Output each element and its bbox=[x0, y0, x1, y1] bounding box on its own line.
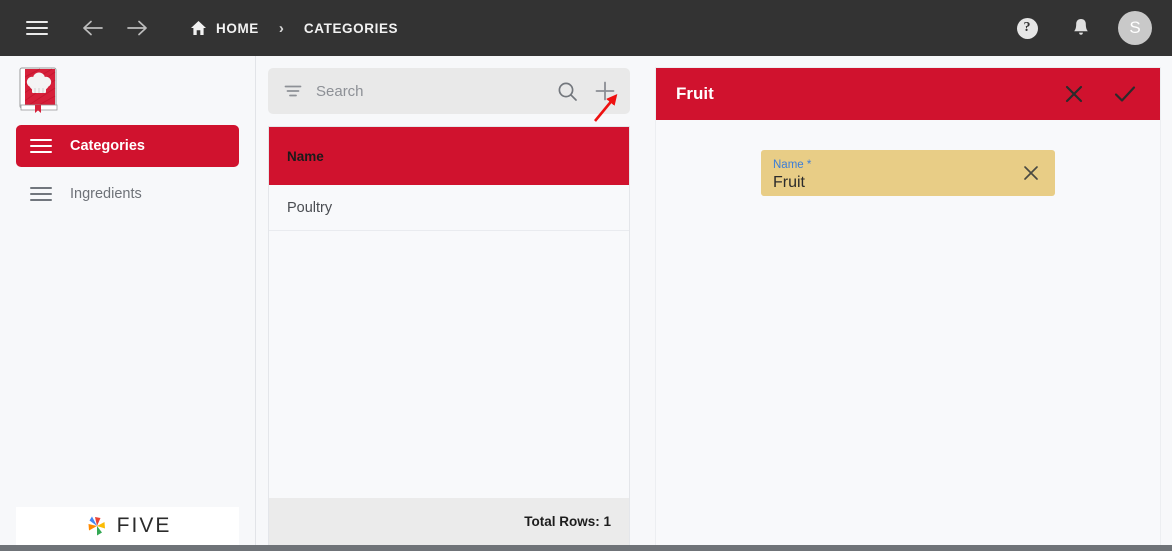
avatar-initial: S bbox=[1129, 18, 1141, 37]
check-icon bbox=[1114, 86, 1136, 102]
clear-name-button[interactable] bbox=[1021, 163, 1041, 183]
topbar-actions: ? S bbox=[1010, 11, 1158, 45]
filter-icon[interactable] bbox=[284, 83, 302, 99]
window-bottom-edge bbox=[0, 545, 1172, 551]
arrow-left-icon bbox=[83, 20, 103, 36]
search-icon[interactable] bbox=[557, 81, 578, 102]
sidebar: Categories Ingredients FIVE bbox=[0, 56, 256, 545]
main-menu-hamburger-icon[interactable] bbox=[20, 11, 54, 45]
cancel-button[interactable] bbox=[1062, 82, 1086, 106]
name-field-label: Name * bbox=[773, 158, 812, 171]
notifications-button[interactable] bbox=[1064, 11, 1098, 45]
cookbook-logo-icon bbox=[19, 67, 58, 113]
help-button[interactable]: ? bbox=[1010, 11, 1044, 45]
sidebar-item-ingredients-label: Ingredients bbox=[70, 186, 142, 202]
list-icon bbox=[30, 135, 52, 157]
table-row[interactable]: Poultry bbox=[269, 185, 629, 231]
table-header-row: Name bbox=[269, 127, 629, 185]
history-navigation bbox=[76, 11, 154, 45]
table-body: Poultry bbox=[269, 185, 629, 498]
top-navigation-bar: HOME › CATEGORIES ? S bbox=[0, 0, 1172, 56]
five-pinwheel-icon bbox=[88, 516, 105, 536]
search-bar bbox=[268, 68, 630, 114]
bell-icon bbox=[1074, 18, 1088, 35]
sidebar-menu: Categories Ingredients bbox=[0, 125, 255, 221]
list-panel: Name Poultry Total Rows: 1 bbox=[256, 56, 642, 545]
application-body: Categories Ingredients FIVE Search Name … bbox=[0, 56, 1172, 545]
list-icon bbox=[30, 183, 52, 205]
close-icon bbox=[1065, 85, 1083, 103]
sidebar-item-ingredients[interactable]: Ingredients bbox=[16, 173, 239, 215]
search-input[interactable] bbox=[316, 82, 557, 100]
home-icon bbox=[191, 21, 206, 35]
user-avatar[interactable]: S bbox=[1118, 11, 1152, 45]
back-button[interactable] bbox=[76, 11, 110, 45]
breadcrumb-separator: › bbox=[278, 19, 284, 37]
forward-button[interactable] bbox=[120, 11, 154, 45]
table-column-name: Name bbox=[287, 148, 324, 164]
breadcrumb-item-home[interactable]: HOME bbox=[190, 20, 259, 36]
hamburger-icon bbox=[26, 17, 48, 39]
breadcrumb-item-categories[interactable]: CATEGORIES bbox=[304, 21, 398, 36]
breadcrumb-home-label: HOME bbox=[216, 20, 259, 36]
plus-icon bbox=[595, 81, 615, 101]
breadcrumb: HOME › CATEGORIES bbox=[190, 20, 398, 37]
app-logo[interactable] bbox=[0, 56, 255, 125]
detail-header-actions bbox=[1062, 82, 1138, 106]
application-window: HOME › CATEGORIES ? S Categories Ingredi… bbox=[0, 0, 1172, 551]
detail-form: Name * bbox=[656, 120, 1160, 545]
detail-card: Fruit Name * Fruit bbox=[656, 68, 1160, 545]
table-cell-name: Poultry bbox=[287, 199, 333, 216]
add-record-button[interactable] bbox=[594, 80, 616, 102]
detail-title: Fruit bbox=[676, 84, 714, 103]
arrow-right-icon bbox=[127, 20, 147, 36]
five-brand-label: FIVE bbox=[116, 514, 172, 537]
help-icon: ? bbox=[1016, 17, 1038, 39]
close-icon bbox=[1024, 166, 1038, 180]
records-table: Name Poultry Total Rows: 1 bbox=[268, 126, 630, 545]
save-button[interactable] bbox=[1112, 82, 1138, 106]
name-field[interactable]: Name * bbox=[761, 150, 1055, 196]
detail-header: Fruit bbox=[656, 68, 1160, 120]
name-input[interactable] bbox=[773, 173, 983, 194]
sidebar-item-categories-label: Categories bbox=[70, 138, 145, 154]
sidebar-brand-footer: FIVE bbox=[16, 507, 239, 545]
table-footer: Total Rows: 1 bbox=[269, 498, 629, 545]
detail-panel: Fruit Name * Fruit bbox=[642, 56, 1172, 545]
total-rows-label: Total Rows: 1 bbox=[524, 514, 611, 529]
sidebar-item-categories[interactable]: Categories bbox=[16, 125, 239, 167]
breadcrumb-current-label: CATEGORIES bbox=[303, 20, 399, 36]
